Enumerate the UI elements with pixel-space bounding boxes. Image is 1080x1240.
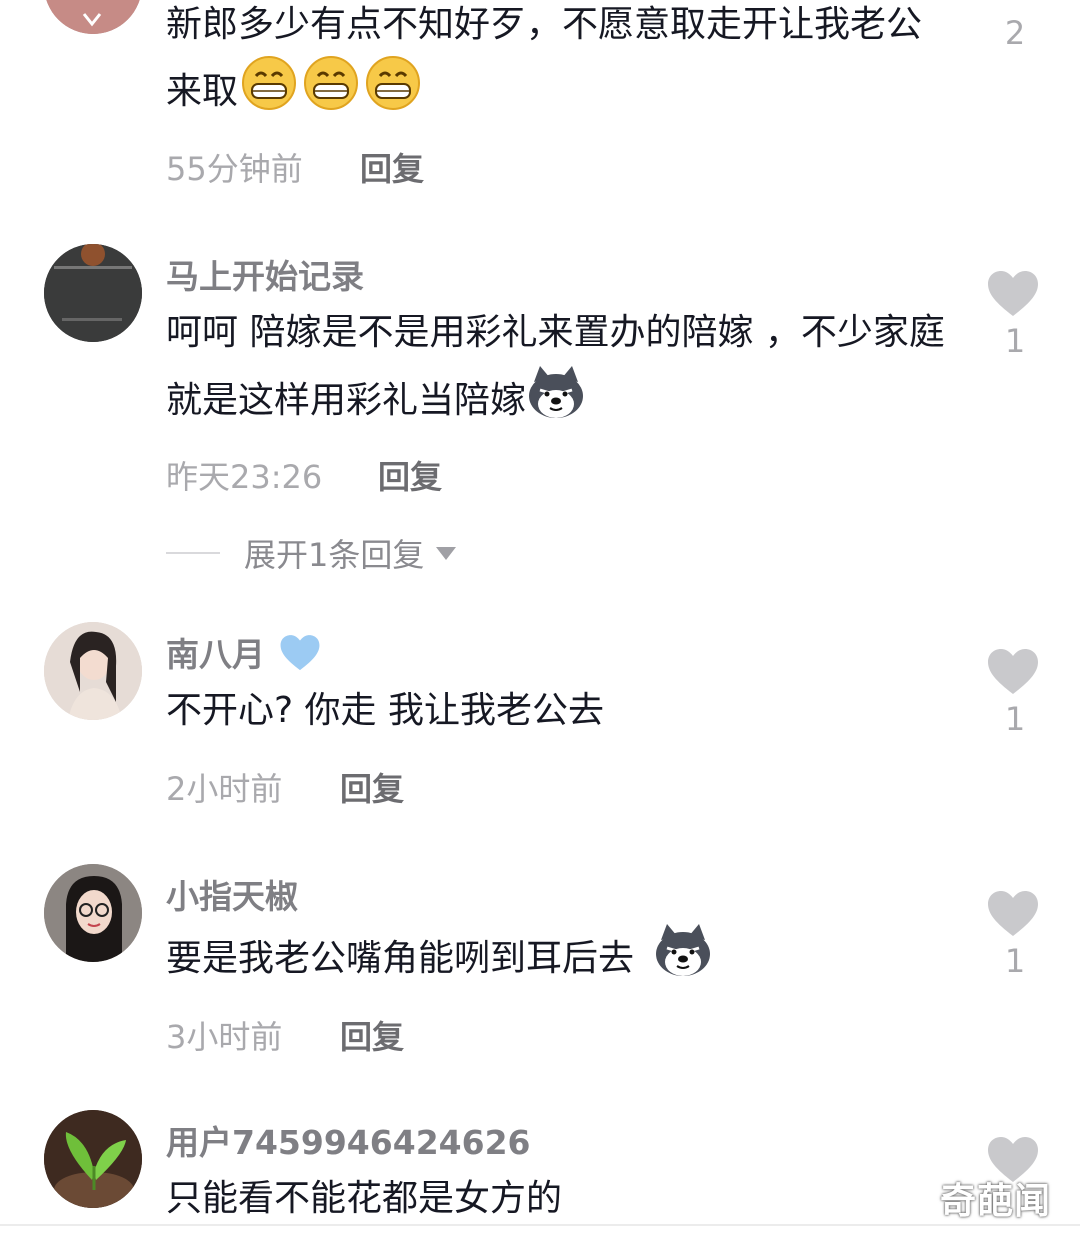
avatar-image: [46, 0, 140, 34]
heart-icon: [988, 891, 1038, 936]
comment-text: 不开心? 你走 我让我老公去: [166, 690, 604, 731]
expand-replies-label: 展开1条回复: [244, 536, 425, 574]
comment-text: 只能看不能花都是女方的: [166, 1178, 563, 1219]
like-button[interactable]: [986, 890, 1042, 938]
like-button[interactable]: [986, 648, 1042, 696]
comment-text: 呵呵 陪嫁是不是用彩礼来置办的陪嫁 ，不少家庭就是这样用彩礼当陪嫁: [166, 302, 956, 440]
comment-text: 要是我老公嘴角能咧到耳后去: [166, 922, 956, 998]
avatar[interactable]: [44, 622, 142, 720]
divider: [0, 1224, 1080, 1226]
grin-emoji: [238, 56, 424, 130]
username[interactable]: 用户7459946424626: [166, 1116, 531, 1164]
comment-time: 2小时前: [166, 770, 283, 808]
like-count: 2: [1004, 14, 1026, 52]
username-text: 南八月: [166, 635, 265, 674]
reply-button[interactable]: 回复: [340, 1012, 404, 1058]
username[interactable]: 马上开始记录: [166, 250, 364, 298]
expand-divider: [166, 552, 220, 554]
avatar-image: [44, 864, 142, 962]
comment-text-content: 要是我老公嘴角能咧到耳后去: [166, 938, 635, 979]
reply-button[interactable]: 回复: [360, 144, 424, 190]
comment-list: 新郎多少有点不知好歹，不愿意取走开让我老公来取 55分钟前 回复 2 马上开始记…: [0, 0, 1080, 1240]
avatar[interactable]: [44, 0, 142, 34]
avatar[interactable]: [44, 244, 142, 342]
heart-icon: [988, 271, 1038, 316]
like-count: 1: [1004, 700, 1026, 738]
avatar[interactable]: [44, 1110, 142, 1208]
reply-button[interactable]: 回复: [378, 452, 442, 498]
avatar-image: [44, 1110, 142, 1208]
like-count: 1: [1004, 942, 1026, 980]
comment-time: 55分钟前: [166, 150, 303, 188]
blue-heart-icon: [280, 635, 319, 671]
husky-emoji: [653, 922, 713, 998]
husky-emoji: [526, 364, 586, 440]
watermark: 奇葩闻: [940, 1181, 1052, 1222]
comment-time: 3小时前: [166, 1018, 283, 1056]
avatar[interactable]: [44, 864, 142, 962]
chevron-down-icon: [436, 546, 457, 560]
heart-icon: [988, 649, 1038, 694]
username[interactable]: 小指天椒: [166, 870, 298, 918]
like-count: 1: [1004, 322, 1026, 360]
like-button[interactable]: [986, 270, 1042, 318]
username[interactable]: 南八月: [166, 628, 321, 676]
reply-button[interactable]: 回复: [340, 764, 404, 810]
avatar-image: [44, 244, 142, 342]
comment-text: 新郎多少有点不知好歹，不愿意取走开让我老公来取: [166, 0, 956, 130]
avatar-image: [44, 622, 142, 720]
expand-replies-button[interactable]: 展开1条回复: [166, 530, 457, 576]
comment-time: 昨天23:26: [166, 458, 323, 496]
